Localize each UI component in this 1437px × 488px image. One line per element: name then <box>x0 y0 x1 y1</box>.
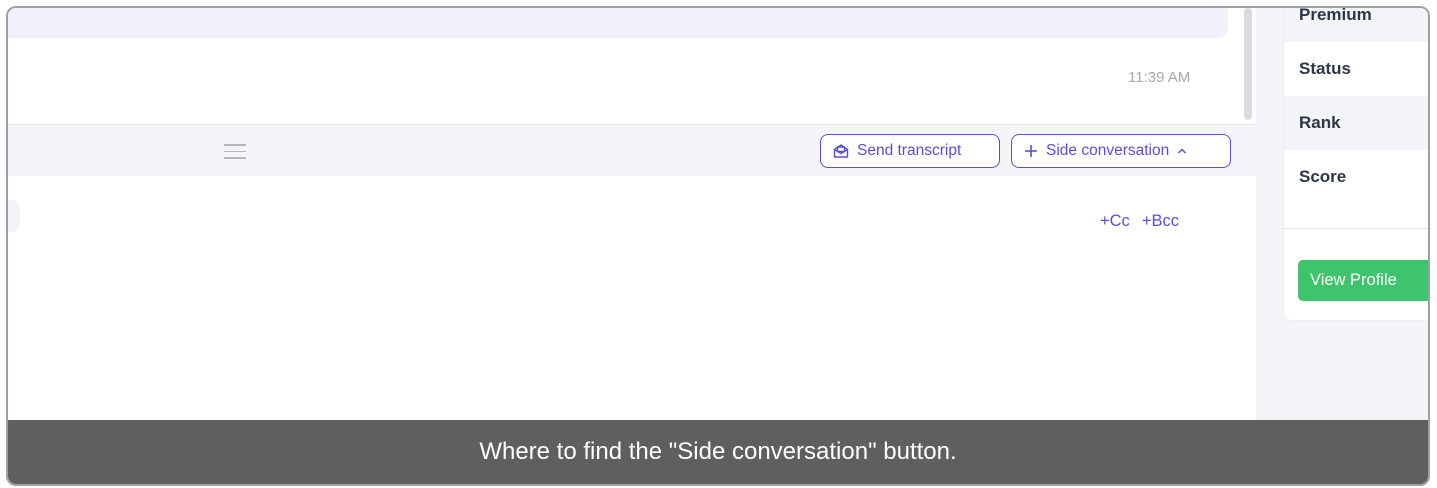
side-conversation-label: Side conversation <box>1046 142 1170 159</box>
cc-bcc-links: +Cc +Bcc <box>1100 212 1191 231</box>
view-profile-button[interactable]: View Profile <box>1298 260 1428 301</box>
row-rank: Rank <box>1284 96 1428 150</box>
caption-bar: Where to find the "Side conversation" bu… <box>8 420 1428 484</box>
composer-toolbar: Send transcript Side conversation <box>8 124 1256 177</box>
add-bcc-link[interactable]: +Bcc <box>1142 212 1179 230</box>
drag-handle-icon[interactable] <box>224 144 246 160</box>
message-timestamp: 11:39 AM <box>1128 69 1191 86</box>
scrollbar[interactable] <box>1244 8 1252 120</box>
envelope-icon <box>832 142 850 160</box>
conversation-panel: 11:39 AM Send transcript Side conversati… <box>8 8 1256 484</box>
add-cc-link[interactable]: +Cc <box>1100 212 1130 230</box>
recipient-input[interactable] <box>8 200 20 232</box>
customer-sidebar: Premium Status Rank Score View Profile <box>1256 8 1428 484</box>
plus-icon <box>1023 143 1039 159</box>
row-status: Status <box>1299 59 1351 78</box>
row-premium: Premium <box>1284 8 1428 42</box>
row-score: Score <box>1299 167 1347 186</box>
card-divider <box>1284 228 1428 229</box>
send-transcript-button[interactable]: Send transcript <box>820 134 1000 168</box>
screenshot-frame: 11:39 AM Send transcript Side conversati… <box>6 6 1430 486</box>
side-conversation-button[interactable]: Side conversation <box>1011 134 1231 168</box>
chevron-up-icon <box>1176 145 1188 157</box>
send-transcript-label: Send transcript <box>857 142 962 159</box>
message-bubble <box>8 8 1228 38</box>
customer-card: Premium Status Rank Score View Profile <box>1284 8 1428 320</box>
caption-text: Where to find the "Side conversation" bu… <box>479 438 957 465</box>
